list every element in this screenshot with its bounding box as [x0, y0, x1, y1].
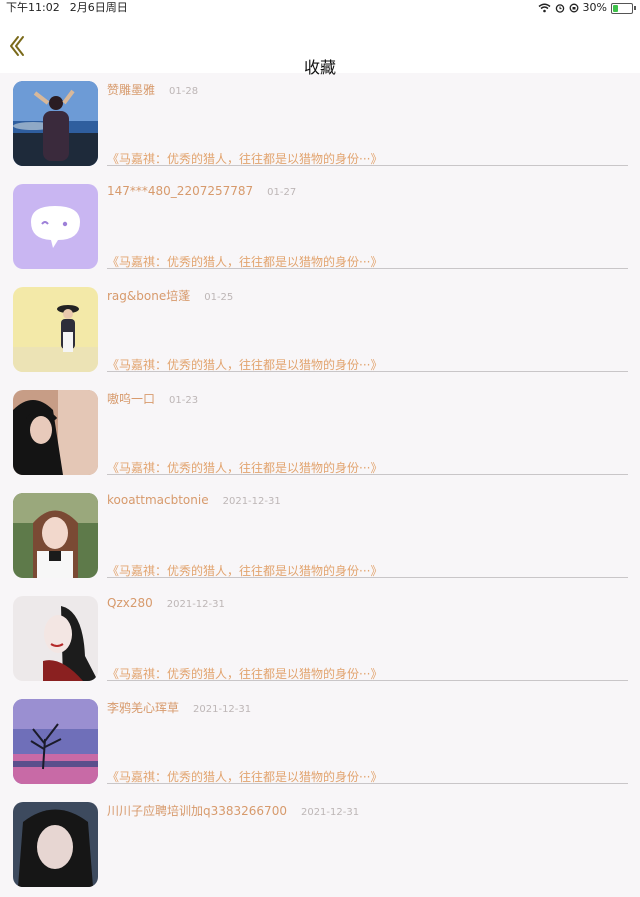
list-item[interactable]: rag&bone培蓬 01-25 《马嘉祺：优秀的猎人，往往都是以猎物的身份···》 [0, 279, 640, 382]
post-date: 2021-12-31 [166, 599, 225, 610]
post-date: 2021-12-31 [193, 704, 252, 715]
list-item[interactable]: 147***480_2207257787 01-27 《马嘉祺：优秀的猎人，往往都是… [0, 176, 640, 279]
list-item[interactable]: 赞雕墨雅 01-28 《马嘉祺：优秀的猎人，往往都是以猎物的身份···》 [0, 73, 640, 176]
status-bar: 下午11:02 2月6日周日 30% [0, 0, 640, 16]
avatar[interactable] [13, 184, 98, 269]
status-left: 下午11:02 2月6日周日 [6, 0, 138, 16]
post-date: 2021-12-31 [222, 496, 281, 507]
battery-icon [611, 2, 633, 14]
user-name[interactable]: 李鸦羌心珲草 2021-12-31 [107, 699, 251, 716]
user-name[interactable]: 川川子应聘培训加q3383266700 2021-12-31 [107, 802, 359, 819]
user-name-text: kooattmacbtonie [107, 493, 209, 507]
divider [107, 371, 628, 372]
list-item[interactable]: kooattmacbtonie 2021-12-31 《马嘉祺：优秀的猎人，往往都是… [0, 485, 640, 588]
user-name[interactable]: kooattmacbtonie 2021-12-31 [107, 493, 281, 507]
post-date: 01-25 [204, 292, 234, 303]
nav-bar: 收藏 [0, 16, 640, 77]
user-name-text: 嗷呜一口 [107, 392, 156, 406]
user-name[interactable]: rag&bone培蓬 01-25 [107, 287, 233, 304]
user-name[interactable]: 赞雕墨雅 01-28 [107, 81, 198, 98]
alarm-icon [555, 4, 564, 13]
user-name-text: 川川子应聘培训加q3383266700 [107, 804, 287, 818]
avatar[interactable] [13, 596, 98, 681]
user-name[interactable]: Qzx280 2021-12-31 [107, 596, 225, 610]
divider [107, 165, 628, 166]
divider [107, 680, 628, 681]
user-name-text: 赞雕墨雅 [107, 83, 156, 97]
user-name-text: 147***480_2207257787 [107, 184, 254, 198]
avatar[interactable] [13, 493, 98, 578]
avatar[interactable] [13, 390, 98, 475]
post-date: 01-23 [169, 395, 199, 406]
battery-fill [613, 4, 618, 12]
user-name[interactable]: 147***480_2207257787 01-27 [107, 184, 296, 198]
list-item[interactable]: Qzx280 2021-12-31 《马嘉祺：优秀的猎人，往往都是以猎物的身份···… [0, 588, 640, 691]
orientation-lock-icon [569, 3, 578, 13]
user-name-text: rag&bone培蓬 [107, 289, 191, 303]
divider [107, 474, 628, 475]
user-name-text: Qzx280 [107, 596, 153, 610]
divider [107, 783, 628, 784]
post-date: 01-28 [169, 86, 199, 97]
post-date: 01-27 [267, 187, 297, 198]
divider [107, 268, 628, 269]
status-date: 2月6日周日 [69, 1, 128, 14]
battery-cap [634, 6, 636, 10]
list-item[interactable]: 川川子应聘培训加q3383266700 2021-12-31 [0, 794, 640, 897]
divider [107, 577, 628, 578]
avatar[interactable] [13, 81, 98, 166]
post-date: 2021-12-31 [300, 807, 360, 818]
user-name-text: 李鸦羌心珲草 [107, 701, 180, 715]
list-item[interactable]: 李鸦羌心珲草 2021-12-31 《马嘉祺：优秀的猎人，往往都是以猎物的身份···… [0, 691, 640, 794]
user-name[interactable]: 嗷呜一口 01-23 [107, 390, 198, 407]
wifi-icon [538, 3, 551, 13]
avatar[interactable] [13, 699, 98, 784]
status-time: 下午11:02 [6, 1, 60, 14]
status-right: 30% [538, 0, 636, 16]
avatar[interactable] [13, 287, 98, 372]
list-item[interactable]: 嗷呜一口 01-23 《马嘉祺：优秀的猎人，往往都是以猎物的身份···》 [0, 382, 640, 485]
battery-percent: 30% [582, 1, 607, 14]
avatar[interactable] [13, 802, 98, 887]
